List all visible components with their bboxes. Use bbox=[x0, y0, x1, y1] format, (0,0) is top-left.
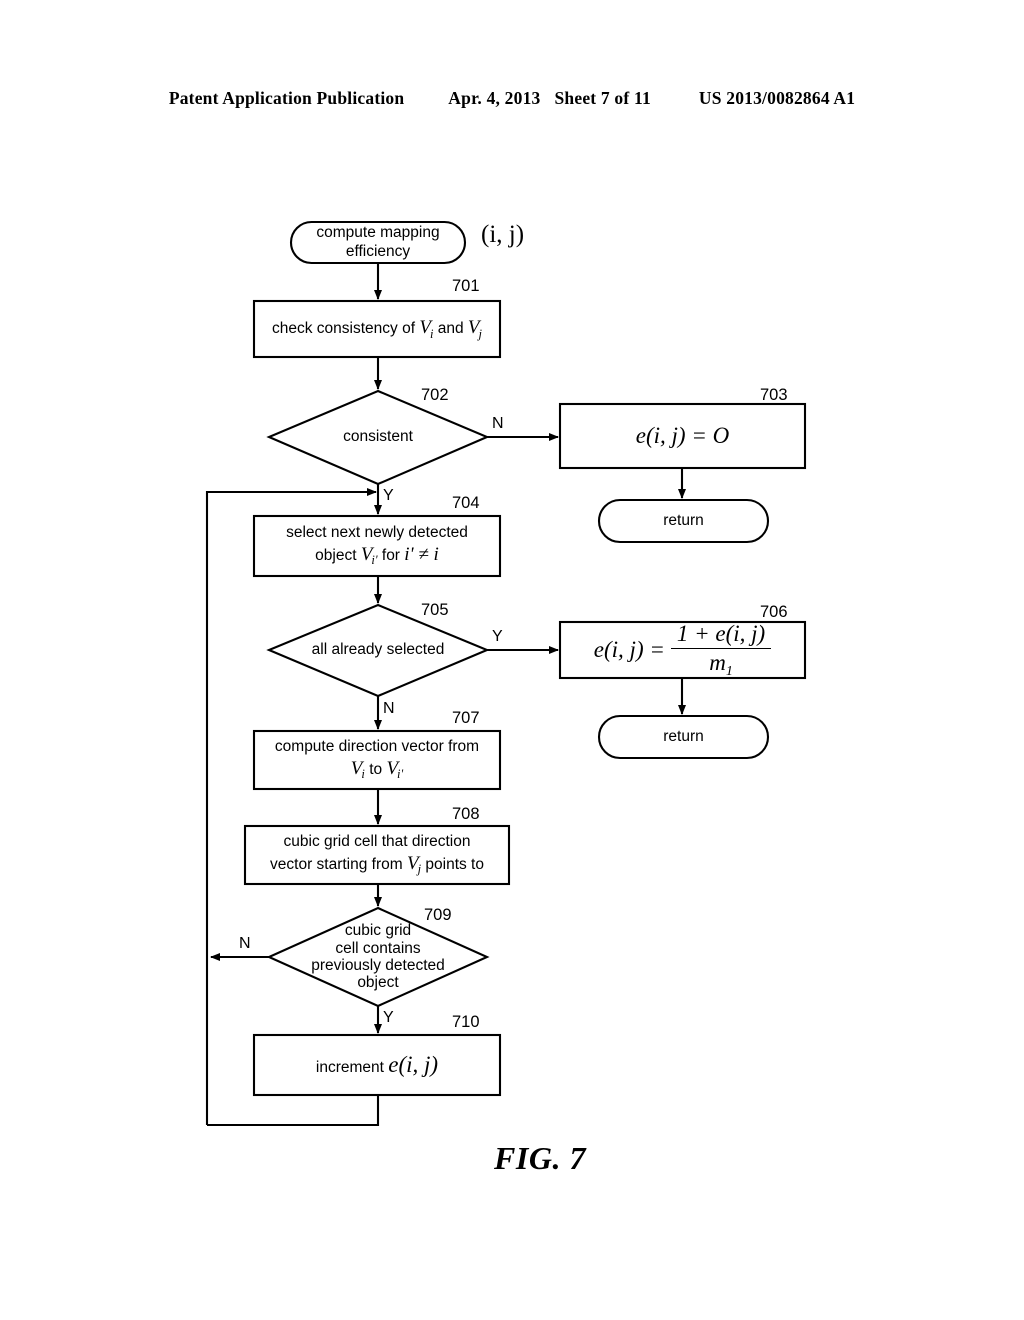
argument-label: (i, j) bbox=[481, 221, 525, 248]
branch-label-702-yes: Y bbox=[383, 487, 394, 504]
ref-703: 703 bbox=[760, 386, 788, 404]
return-node-2-shape bbox=[597, 714, 770, 760]
ref-704: 704 bbox=[452, 494, 480, 512]
flowchart-svg bbox=[205, 220, 807, 1127]
ref-706: 706 bbox=[760, 603, 788, 621]
ref-709: 709 bbox=[424, 906, 452, 924]
node-704-shape bbox=[252, 514, 502, 578]
branch-label-705-yes: Y bbox=[492, 628, 503, 645]
return-node-1-shape bbox=[597, 498, 770, 544]
node-703-shape bbox=[558, 402, 807, 470]
figure-caption: FIG. 7 bbox=[494, 1140, 586, 1176]
node-706-shape bbox=[558, 620, 807, 680]
node-709-shape bbox=[266, 906, 490, 1008]
ref-708: 708 bbox=[452, 805, 480, 823]
node-701-shape bbox=[252, 299, 502, 359]
flowchart-figure: compute mapping efficiency (i, j) check … bbox=[0, 0, 1024, 1320]
ref-701: 701 bbox=[452, 277, 480, 295]
edge-710-to-loop bbox=[207, 1095, 380, 1127]
branch-label-705-no: N bbox=[383, 700, 395, 717]
node-707-shape bbox=[252, 729, 502, 791]
node-702-shape bbox=[266, 389, 490, 486]
ref-705: 705 bbox=[421, 601, 449, 619]
node-705-shape bbox=[266, 603, 490, 698]
branch-label-709-yes: Y bbox=[383, 1009, 394, 1026]
ref-702: 702 bbox=[421, 386, 449, 404]
node-708-shape bbox=[243, 824, 511, 886]
branch-label-709-no: N bbox=[239, 935, 251, 952]
start-node-shape bbox=[289, 220, 467, 265]
loop-return-rail bbox=[205, 488, 377, 1125]
ref-707: 707 bbox=[452, 709, 480, 727]
node-710-shape bbox=[252, 1033, 502, 1097]
branch-label-702-no: N bbox=[492, 415, 504, 432]
ref-710: 710 bbox=[452, 1013, 480, 1031]
